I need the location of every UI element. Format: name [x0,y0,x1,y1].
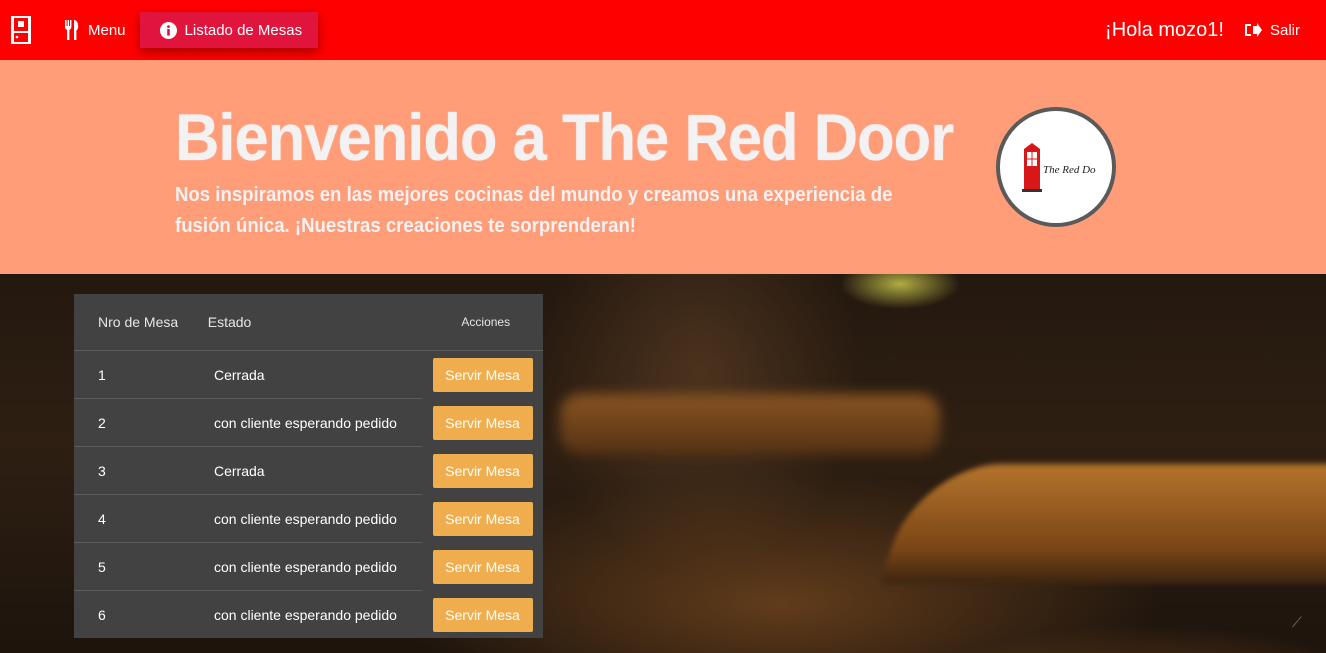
utensils-icon [65,20,79,40]
servir-mesa-button[interactable]: Servir Mesa [432,358,533,392]
table-row: 6 con cliente esperando pedido Servir Me… [74,591,543,639]
restaurant-logo: The Red Door [996,107,1116,227]
table-row: 5 con cliente esperando pedido Servir Me… [74,543,543,591]
svg-text:The Red Door: The Red Door [1043,164,1096,176]
table-row: 2 con cliente esperando pedido Servir Me… [74,399,543,447]
hero-subtitle: Nos inspiramos en las mejores cocinas de… [175,184,893,237]
sign-out-icon [1244,23,1262,37]
mesa-estado: Cerrada [214,366,265,383]
user-greeting: ¡Hola mozo1! [1105,18,1224,41]
nav-menu-label: Menu [88,21,126,39]
header-estado: Estado [207,314,252,330]
hero-banner: Bienvenido a The Red Door Nos inspiramos… [0,60,1326,274]
mesa-numero: 2 [98,414,106,431]
servir-mesa-button[interactable]: Servir Mesa [432,454,533,488]
logout-button[interactable]: Salir [1230,12,1314,48]
header-nro-mesa: Nro de Mesa [98,314,179,330]
mesa-estado: con cliente esperando pedido [214,558,397,575]
hero-title: Bienvenido a The Red Door [175,100,954,174]
mesa-numero: 6 [98,607,106,623]
mesa-estado: con cliente esperando pedido [214,510,397,527]
nav-listado-mesas-label: Listado de Mesas [184,21,303,39]
door-icon[interactable] [10,15,32,45]
header-acciones: Acciones [461,315,511,329]
servir-mesa-button[interactable]: Servir Mesa [432,598,533,632]
nav-menu[interactable]: Menu [50,12,140,48]
table-row: 3 Cerrada Servir Mesa [74,447,543,495]
mesa-numero: 1 [98,366,106,383]
table-row: 1 Cerrada Servir Mesa [74,351,543,399]
table-header: Nro de Mesa Estado Acciones [74,294,543,351]
mesa-numero: 5 [98,558,106,575]
mesa-numero: 3 [98,462,106,479]
nav-listado-mesas[interactable]: Listado de Mesas [139,12,319,48]
resize-handle-icon: ⟋ [1292,614,1302,630]
top-navbar: Menu Listado de Mesas ¡Hola mozo1! Salir [0,0,1326,60]
mesa-estado: con cliente esperando pedido [214,607,397,623]
logout-label: Salir [1269,21,1300,39]
red-door-logo-icon: The Red Door [1022,143,1096,192]
servir-mesa-button[interactable]: Servir Mesa [432,502,533,536]
servir-mesa-button[interactable]: Servir Mesa [432,550,533,584]
mesas-table: Nro de Mesa Estado Acciones 1 Cerrada Se… [74,294,543,638]
mesa-numero: 4 [98,510,106,527]
servir-mesa-button[interactable]: Servir Mesa [432,406,533,440]
info-circle-icon [159,21,177,39]
mesa-estado: con cliente esperando pedido [214,414,397,431]
mesa-estado: Cerrada [214,462,265,479]
table-row: 4 con cliente esperando pedido Servir Me… [74,495,543,543]
